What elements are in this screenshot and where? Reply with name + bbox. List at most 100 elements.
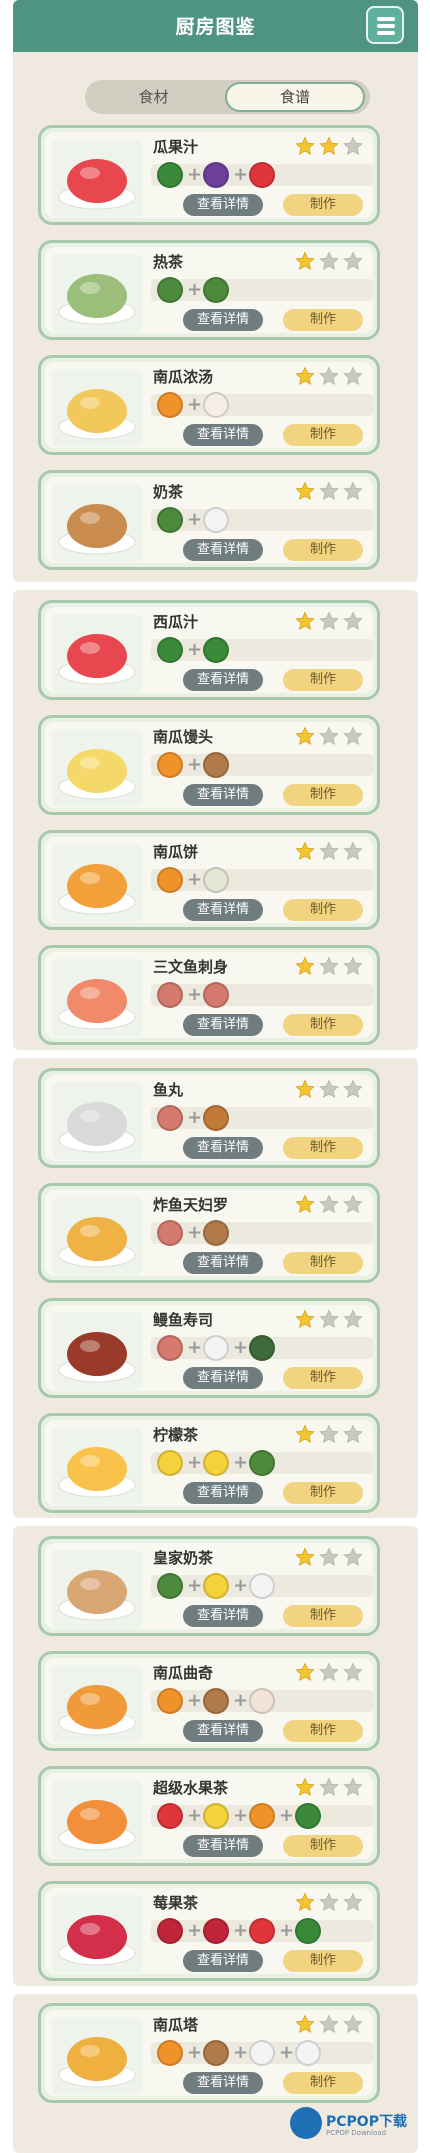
recipe-card-body: 柠檬茶 + + 查看详情 制作 (45, 1420, 373, 1506)
recipe-image (52, 614, 142, 692)
ingredient-icon (249, 1335, 275, 1361)
star-filled-icon (295, 481, 315, 501)
plus-icon: + (233, 1337, 249, 1358)
ingredient-row: + (151, 867, 373, 893)
view-details-button[interactable]: 查看详情 (183, 669, 263, 691)
ingredient-icon (157, 277, 183, 303)
recipe-card-body: 南瓜塔 + + + 查看详情 制作 (45, 2010, 373, 2096)
recipe-image (52, 1082, 142, 1160)
star-filled-icon (295, 1309, 315, 1329)
plus-icon: + (233, 1920, 249, 1941)
star-empty-icon (343, 1892, 363, 1912)
view-details-button[interactable]: 查看详情 (183, 1605, 263, 1627)
view-details-button[interactable]: 查看详情 (183, 1720, 263, 1742)
recipe-image (52, 1312, 142, 1390)
ingredient-icon (295, 2040, 321, 2066)
view-details-button[interactable]: 查看详情 (183, 1252, 263, 1274)
make-button[interactable]: 制作 (283, 309, 363, 331)
make-button[interactable]: 制作 (283, 1014, 363, 1036)
ingredient-row: + (151, 277, 373, 303)
make-button[interactable]: 制作 (283, 194, 363, 216)
recipe-name: 三文鱼刺身 (153, 958, 229, 976)
menu-button[interactable] (366, 6, 404, 44)
make-button[interactable]: 制作 (283, 669, 363, 691)
star-filled-icon (295, 726, 315, 746)
view-details-button[interactable]: 查看详情 (183, 424, 263, 446)
ingredient-icon (157, 1450, 183, 1476)
view-details-button[interactable]: 查看详情 (183, 1482, 263, 1504)
view-details-button[interactable]: 查看详情 (183, 2072, 263, 2094)
star-filled-icon (295, 611, 315, 631)
star-empty-icon (319, 1777, 339, 1797)
view-details-button[interactable]: 查看详情 (183, 1014, 263, 1036)
ingredient-row: + + + (151, 2040, 373, 2066)
view-details-button[interactable]: 查看详情 (183, 1835, 263, 1857)
recipe-name: 炸鱼天妇罗 (153, 1196, 229, 1214)
make-button[interactable]: 制作 (283, 539, 363, 561)
recipe-name: 皇家奶茶 (153, 1549, 214, 1567)
ingredient-icon (157, 1105, 183, 1131)
plus-icon: + (187, 639, 203, 660)
recipe-image (52, 729, 142, 807)
ingredient-icon (203, 752, 229, 778)
ingredient-row: + (151, 507, 373, 533)
view-details-button[interactable]: 查看详情 (183, 309, 263, 331)
make-button[interactable]: 制作 (283, 1835, 363, 1857)
ingredient-icon (157, 752, 183, 778)
ingredient-icon (157, 507, 183, 533)
ingredient-icon (203, 162, 229, 188)
recipe-card-body: 瓜果汁 + + 查看详情 制作 (45, 132, 373, 218)
tab-recipes[interactable]: 食谱 (225, 82, 365, 112)
recipe-name: 南瓜浓汤 (153, 368, 214, 386)
plus-icon: + (187, 1920, 203, 1941)
make-button[interactable]: 制作 (283, 2072, 363, 2094)
star-empty-icon (343, 1547, 363, 1567)
star-empty-icon (343, 136, 363, 156)
view-details-button[interactable]: 查看详情 (183, 1367, 263, 1389)
recipe-image (52, 484, 142, 562)
view-details-button[interactable]: 查看详情 (183, 539, 263, 561)
ingredient-icon (203, 1688, 229, 1714)
view-details-button[interactable]: 查看详情 (183, 194, 263, 216)
view-details-button[interactable]: 查看详情 (183, 1950, 263, 1972)
make-button[interactable]: 制作 (283, 899, 363, 921)
star-empty-icon (343, 2014, 363, 2034)
recipe-card-body: 鱼丸 + 查看详情 制作 (45, 1075, 373, 1161)
star-rating (291, 481, 363, 505)
recipe-card-body: 热茶 + 查看详情 制作 (45, 247, 373, 333)
ingredient-row: + (151, 1105, 373, 1131)
star-empty-icon (343, 726, 363, 746)
make-button[interactable]: 制作 (283, 1950, 363, 1972)
ingredient-icon (203, 2040, 229, 2066)
star-rating (291, 251, 363, 275)
view-details-button[interactable]: 查看详情 (183, 784, 263, 806)
view-details-button[interactable]: 查看详情 (183, 899, 263, 921)
plus-icon: + (233, 1690, 249, 1711)
make-button[interactable]: 制作 (283, 1605, 363, 1627)
make-button[interactable]: 制作 (283, 1367, 363, 1389)
star-empty-icon (343, 1079, 363, 1099)
make-button[interactable]: 制作 (283, 1482, 363, 1504)
make-button[interactable]: 制作 (283, 784, 363, 806)
star-empty-icon (319, 2014, 339, 2034)
plus-icon: + (187, 1107, 203, 1128)
recipe-card-body: 炸鱼天妇罗 + 查看详情 制作 (45, 1190, 373, 1276)
plus-icon: + (233, 164, 249, 185)
make-button[interactable]: 制作 (283, 1720, 363, 1742)
make-button[interactable]: 制作 (283, 424, 363, 446)
recipe-card: 柠檬茶 + + 查看详情 制作 (38, 1413, 380, 1513)
make-button[interactable]: 制作 (283, 1137, 363, 1159)
star-empty-icon (319, 481, 339, 501)
watermark-logo (290, 2107, 322, 2139)
recipe-card-body: 鳗鱼寿司 + + 查看详情 制作 (45, 1305, 373, 1391)
view-details-button[interactable]: 查看详情 (183, 1137, 263, 1159)
make-button[interactable]: 制作 (283, 1252, 363, 1274)
ingredient-icon (249, 162, 275, 188)
recipe-card: 鱼丸 + 查看详情 制作 (38, 1068, 380, 1168)
tab-ingredients[interactable]: 食材 (91, 82, 216, 112)
ingredient-icon (157, 1918, 183, 1944)
recipe-card: 南瓜塔 + + + 查看详情 制作 (38, 2003, 380, 2103)
star-empty-icon (343, 1662, 363, 1682)
recipe-name: 热茶 (153, 253, 184, 271)
recipe-name: 超级水果茶 (153, 1779, 229, 1797)
